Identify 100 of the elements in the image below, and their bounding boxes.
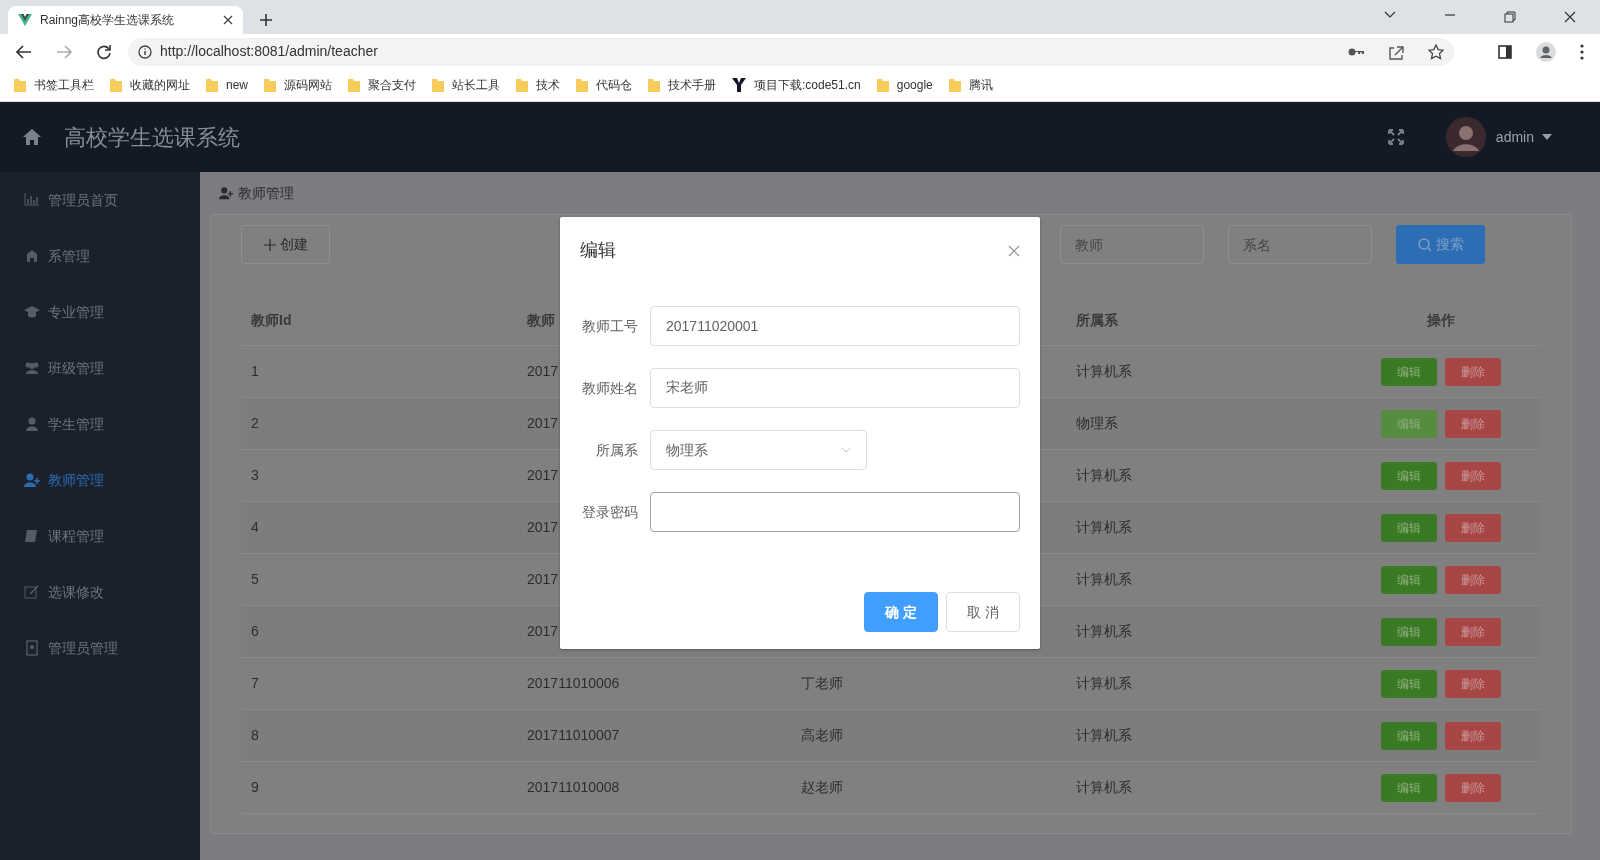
side-panel-icon[interactable]	[1498, 44, 1512, 59]
share-icon[interactable]	[1388, 43, 1404, 60]
user-menu[interactable]: admin	[1495, 126, 1552, 148]
cancel-button[interactable]: 取 消	[946, 592, 1020, 632]
create-button[interactable]: 创建	[241, 225, 330, 264]
minimize-icon[interactable]	[1444, 11, 1456, 19]
folder-icon	[516, 78, 528, 92]
folder-icon	[264, 78, 276, 92]
delete-button[interactable]: 删除	[1445, 669, 1501, 698]
dialog-title: 编辑	[580, 239, 616, 262]
delete-button[interactable]: 删除	[1445, 773, 1501, 802]
plus-icon	[263, 238, 276, 251]
edit-button[interactable]: 编辑	[1381, 721, 1437, 750]
edit-icon	[24, 584, 40, 600]
sidebar-item[interactable]: 专业管理	[0, 284, 200, 340]
sidebar-item[interactable]: 班级管理	[0, 340, 200, 396]
folder-icon	[576, 78, 588, 92]
more-icon[interactable]	[1580, 43, 1584, 60]
chevron-down-icon	[841, 447, 851, 453]
edit-button[interactable]: 编辑	[1381, 461, 1437, 490]
sidebar-item[interactable]: 学生管理	[0, 396, 200, 452]
bookmark-link[interactable]: 书签工具栏	[34, 76, 94, 94]
edit-button[interactable]: 编辑	[1381, 565, 1437, 594]
folder-icon	[14, 78, 26, 92]
new-tab-icon[interactable]	[259, 13, 273, 27]
fullscreen-icon[interactable]	[1387, 129, 1404, 145]
bookmark-link[interactable]: new	[226, 76, 248, 94]
sidebar-item[interactable]: 教师管理	[0, 452, 200, 508]
input-field[interactable]: 宋老师	[650, 368, 1020, 408]
reload-icon[interactable]	[96, 43, 112, 60]
delete-button[interactable]: 删除	[1445, 513, 1501, 542]
folder-icon	[876, 78, 889, 92]
site-logo-icon	[732, 78, 746, 92]
key-icon[interactable]	[1348, 46, 1364, 57]
chevron-down-icon[interactable]	[1384, 11, 1396, 19]
sidebar-item[interactable]: 管理员管理	[0, 620, 200, 676]
delete-button[interactable]: 删除	[1445, 565, 1501, 594]
profile-icon[interactable]	[1536, 41, 1556, 62]
sidebar-item[interactable]: 管理员首页	[0, 172, 200, 228]
id-badge-icon	[24, 640, 40, 656]
input-field[interactable]: 201711020001	[650, 306, 1020, 346]
caret-icon	[1542, 134, 1552, 140]
home-icon[interactable]	[22, 128, 42, 146]
delete-button[interactable]: 删除	[1445, 617, 1501, 646]
bookmark-link[interactable]: 站长工具	[452, 76, 500, 94]
sidebar-item[interactable]: 系管理	[0, 228, 200, 284]
folder-icon	[948, 78, 961, 92]
delete-button[interactable]: 删除	[1445, 721, 1501, 750]
delete-button[interactable]: 删除	[1445, 461, 1501, 490]
bookmark-link[interactable]: 代码仓	[596, 76, 632, 94]
browser-tab[interactable]: Rainng高校学生选课系统	[8, 6, 243, 34]
search-button[interactable]: 搜索	[1396, 225, 1485, 264]
table-cell: 计算机系	[1066, 762, 1341, 814]
select-field[interactable]: 物理系	[650, 430, 867, 470]
bookmark-link[interactable]: google	[896, 76, 933, 94]
folder-icon	[348, 78, 360, 92]
edit-button[interactable]: 编辑	[1381, 773, 1437, 802]
field-label: 教师工号	[581, 316, 638, 336]
graduation-cap-icon	[24, 304, 40, 320]
bookmark-link[interactable]: 腾讯	[968, 76, 993, 94]
field-label: 登录密码	[581, 502, 638, 522]
sidebar-item[interactable]: 课程管理	[0, 508, 200, 564]
breadcrumb: 教师管理	[238, 183, 294, 203]
group-icon	[24, 360, 40, 376]
avatar[interactable]	[1445, 117, 1486, 157]
edit-button[interactable]: 编辑	[1381, 669, 1437, 698]
delete-button[interactable]: 删除	[1445, 357, 1501, 386]
user-icon	[24, 416, 40, 432]
bookmark-link[interactable]: 源码网站	[284, 76, 332, 94]
table-cell: 赵老师	[791, 762, 1066, 814]
search-icon	[1417, 237, 1432, 252]
bookmark-link[interactable]: 收藏的网址	[130, 76, 190, 94]
bookmark-link[interactable]: 聚合支付	[368, 76, 416, 94]
confirm-button[interactable]: 确 定	[864, 592, 938, 632]
tab-title: Rainng高校学生选课系统	[40, 12, 176, 29]
edit-button[interactable]: 编辑	[1381, 617, 1437, 646]
edit-button[interactable]: 编辑	[1381, 357, 1437, 386]
table-cell: 201711010008	[517, 762, 791, 814]
user-plus-icon	[218, 186, 234, 200]
sidebar-item[interactable]: 选课修改	[0, 564, 200, 620]
table-cell: 9	[241, 762, 517, 814]
star-icon[interactable]	[1428, 43, 1444, 60]
input-field[interactable]	[650, 492, 1020, 532]
info-icon[interactable]	[138, 44, 152, 59]
folder-icon	[206, 78, 218, 92]
bookmark-link[interactable]: 技术	[536, 76, 560, 94]
search-field[interactable]: 系名	[1228, 225, 1372, 264]
bookmark-link[interactable]: 技术手册	[668, 76, 716, 94]
column-header: 操作	[1341, 296, 1541, 346]
folder-icon	[110, 78, 122, 92]
edit-button[interactable]: 编辑	[1381, 513, 1437, 542]
close-icon[interactable]	[223, 15, 233, 25]
bookmark-link[interactable]: 项目下载:code51.cn	[754, 76, 861, 94]
chart-icon	[24, 192, 40, 208]
column-header: 教师Id	[241, 296, 517, 346]
folder-icon	[432, 78, 444, 92]
back-icon[interactable]	[16, 44, 32, 59]
delete-button[interactable]: 删除	[1445, 409, 1501, 438]
restore-icon[interactable]	[1504, 11, 1516, 23]
close-icon[interactable]	[1564, 11, 1576, 23]
